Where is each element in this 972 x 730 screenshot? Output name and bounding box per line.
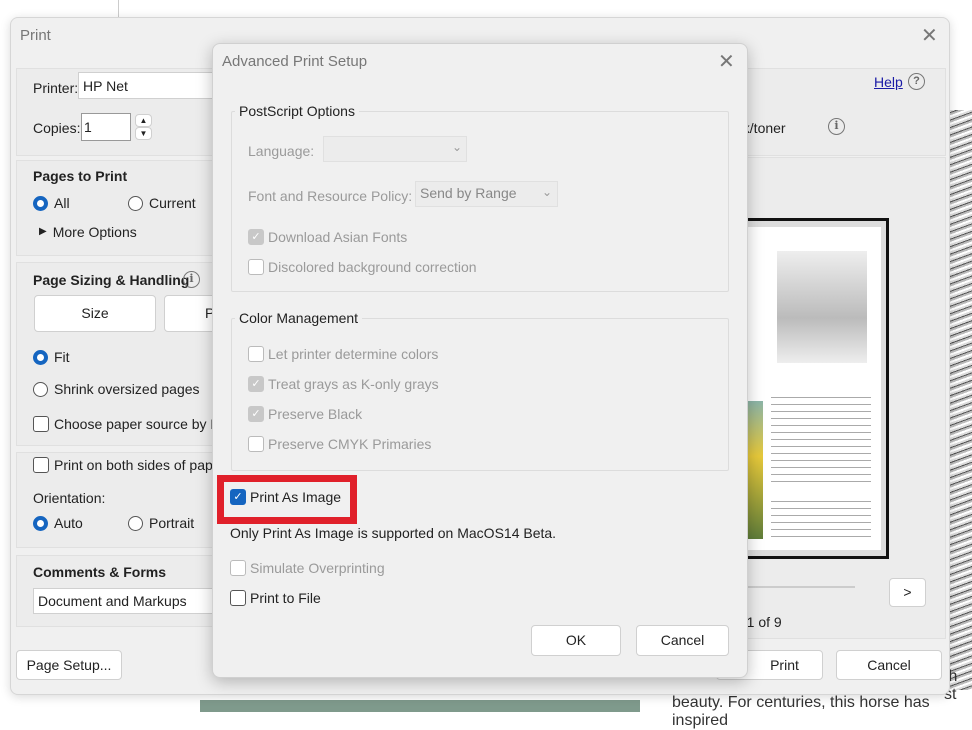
close-icon[interactable]: ✕ (921, 23, 938, 48)
checkbox-icon (230, 590, 246, 606)
preview-scrollbar[interactable] (740, 586, 855, 588)
comments-forms-heading: Comments & Forms (33, 564, 167, 580)
checkbox-icon (230, 560, 246, 576)
checkbox-label: Print on both sides of pape (54, 457, 221, 473)
checkmark-icon: ✓ (248, 406, 264, 422)
checkbox-label: Preserve Black (268, 406, 363, 422)
copies-label: Copies: (33, 120, 81, 136)
color-management-heading: Color Management (235, 310, 363, 326)
radio-shrink[interactable]: Shrink oversized pages (33, 381, 200, 397)
copies-up-button[interactable]: ▲ (135, 114, 152, 127)
comments-forms-select[interactable]: Document and Markups (33, 588, 233, 614)
chevron-down-icon: ⌄ (452, 140, 463, 154)
help-icon[interactable]: ? (908, 73, 925, 90)
more-options-label: More Options (52, 224, 137, 240)
checkbox-label: Let printer determine colors (268, 346, 439, 362)
radio-icon (128, 195, 143, 211)
background-photo (200, 700, 640, 712)
page-sizing-heading: Page Sizing & Handling (33, 272, 190, 288)
preserve-black-checkbox[interactable]: ✓ Preserve Black (248, 406, 362, 422)
radio-current[interactable]: Current (128, 195, 196, 211)
checkbox-icon (248, 346, 264, 362)
radio-fit[interactable]: Fit (33, 349, 70, 365)
next-page-button[interactable]: > (889, 578, 926, 607)
checkbox-icon (248, 436, 264, 452)
background-sketch-image (950, 110, 972, 690)
radio-label: Auto (54, 515, 83, 531)
checkbox-label: Discolored background correction (268, 259, 477, 275)
cancel-button[interactable]: Cancel (836, 650, 942, 680)
ok-button[interactable]: OK (531, 625, 621, 656)
preview-text-lines (771, 393, 871, 483)
info-icon[interactable]: i (828, 118, 845, 135)
download-asian-fonts-checkbox[interactable]: ✓ Download Asian Fonts (248, 229, 407, 245)
checkbox-label: Treat grays as K-only grays (268, 376, 439, 392)
radio-label: All (54, 195, 70, 211)
radio-icon (128, 515, 143, 531)
preview-page-content (731, 227, 881, 550)
help-link[interactable]: Help (874, 74, 903, 90)
both-sides-checkbox[interactable]: Print on both sides of pape (33, 457, 221, 473)
language-label: Language: (248, 143, 315, 159)
language-select[interactable] (323, 136, 467, 162)
close-icon[interactable]: ✕ (718, 49, 735, 74)
checkbox-label: Simulate Overprinting (250, 560, 385, 576)
checkbox-icon (33, 457, 49, 473)
preview-dog-image (777, 251, 867, 363)
treat-grays-checkbox[interactable]: ✓ Treat grays as K-only grays (248, 376, 439, 392)
size-button[interactable]: Size (34, 295, 156, 332)
triangle-right-icon: ▶ (39, 226, 47, 237)
radio-icon (33, 515, 48, 531)
advanced-dialog-title: Advanced Print Setup (222, 53, 368, 70)
pages-to-print-heading: Pages to Print (33, 168, 128, 184)
preserve-cmyk-checkbox[interactable]: Preserve CMYK Primaries (248, 436, 431, 452)
info-icon[interactable]: i (183, 271, 200, 288)
font-policy-label: Font and Resource Policy: (248, 188, 413, 204)
radio-label: Current (149, 195, 196, 211)
radio-label: Shrink oversized pages (54, 381, 200, 397)
orientation-label: Orientation: (33, 490, 106, 506)
preview-text-lines (771, 497, 871, 537)
let-printer-checkbox[interactable]: Let printer determine colors (248, 346, 438, 362)
copies-input[interactable]: 1 (81, 113, 131, 141)
print-as-image-checkbox[interactable]: ✓ Print As Image (230, 489, 341, 505)
radio-icon (33, 195, 48, 211)
background-page-edge (118, 0, 119, 17)
advanced-cancel-button[interactable]: Cancel (636, 625, 729, 656)
copies-down-button[interactable]: ▼ (135, 127, 152, 140)
radio-label: Portrait (149, 515, 195, 531)
checkmark-icon: ✓ (248, 376, 264, 392)
checkbox-label: Print to File (250, 590, 321, 606)
background-text: beauty. For centuries, this horse has in… (672, 694, 930, 729)
macos-note: Only Print As Image is supported on MacO… (230, 525, 557, 541)
printer-label: Printer: (33, 80, 79, 96)
discolored-bg-checkbox[interactable]: Discolored background correction (248, 259, 477, 275)
checkmark-icon: ✓ (230, 489, 246, 505)
checkbox-label: Print As Image (250, 489, 342, 505)
checkbox-label: Download Asian Fonts (268, 229, 408, 245)
page-setup-button[interactable]: Page Setup... (16, 650, 122, 680)
print-dialog-title: Print (20, 27, 51, 44)
chevron-down-icon: ⌄ (542, 185, 553, 199)
radio-portrait[interactable]: Portrait (128, 515, 194, 531)
font-policy-select[interactable]: Send by Range (415, 181, 558, 207)
radio-icon (33, 381, 48, 397)
checkbox-icon (33, 416, 49, 432)
postscript-heading: PostScript Options (235, 103, 359, 119)
radio-icon (33, 349, 48, 365)
print-to-file-checkbox[interactable]: Print to File (230, 590, 321, 606)
more-options-toggle[interactable]: ▶ More Options (39, 224, 137, 240)
radio-label: Fit (54, 349, 70, 365)
checkbox-label: Preserve CMYK Primaries (268, 436, 432, 452)
checkmark-icon: ✓ (248, 229, 264, 245)
checkbox-label: Choose paper source by PD (54, 416, 230, 432)
radio-auto[interactable]: Auto (33, 515, 83, 531)
checkbox-icon (248, 259, 264, 275)
simulate-overprinting-checkbox[interactable]: Simulate Overprinting (230, 560, 385, 576)
radio-all[interactable]: All (33, 195, 70, 211)
choose-paper-checkbox[interactable]: Choose paper source by PD (33, 416, 230, 432)
